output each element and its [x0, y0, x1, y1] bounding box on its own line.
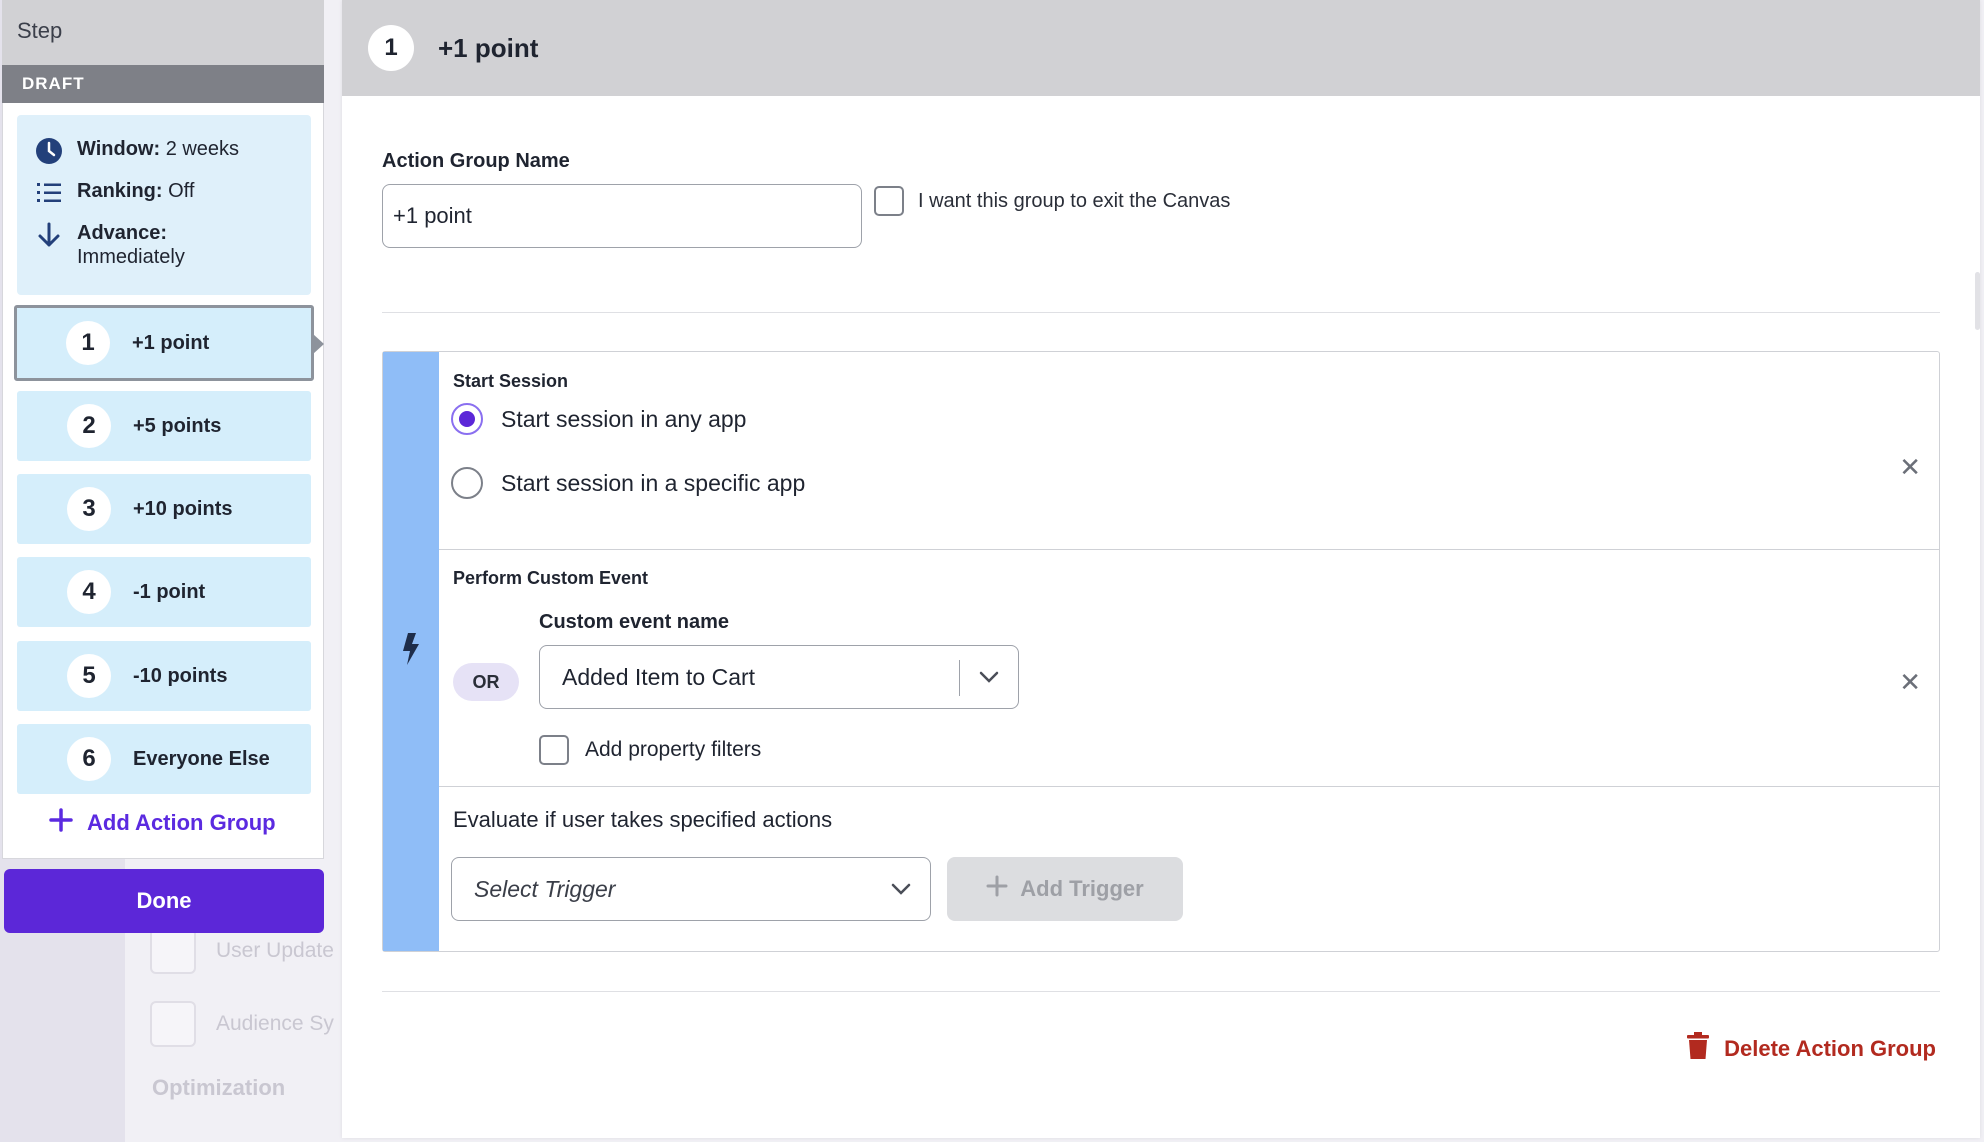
- ranking-row: Ranking: Off: [35, 179, 293, 207]
- window-label: Window:: [77, 138, 161, 160]
- action-group-item[interactable]: 3 +10 points: [17, 474, 311, 544]
- exit-canvas-label: I want this group to exit the Canvas: [918, 189, 1231, 212]
- action-group-item[interactable]: 2 +5 points: [17, 391, 311, 461]
- divider: [382, 312, 1940, 313]
- ranking-label: Ranking:: [77, 180, 163, 202]
- group-number: 3: [67, 487, 111, 531]
- action-group-editor: 1 +1 point Action Group Name I want this…: [342, 0, 1980, 1138]
- audience-sync-icon: [150, 1001, 196, 1047]
- exit-canvas-row: I want this group to exit the Canvas: [874, 186, 1230, 216]
- chevron-down-icon[interactable]: [890, 878, 912, 906]
- action-group-item[interactable]: 6 Everyone Else: [17, 724, 311, 794]
- evaluate-section: Evaluate if user takes specified actions…: [439, 352, 1939, 953]
- trigger-placeholder: Select Trigger: [474, 875, 616, 902]
- delete-action-group-button[interactable]: Delete Action Group: [1686, 1032, 1936, 1066]
- group-number: 2: [67, 404, 111, 448]
- group-label: +5 points: [133, 414, 222, 437]
- advance-value: Immediately: [77, 246, 185, 268]
- background-item-label: User Update: [216, 939, 334, 962]
- group-number: 1: [66, 321, 110, 365]
- arrow-down-icon: [35, 221, 63, 249]
- divider: [382, 991, 1940, 992]
- group-number: 4: [67, 570, 111, 614]
- status-badge: DRAFT: [2, 65, 324, 103]
- background-list-item: User Update: [150, 928, 334, 974]
- background-list-item: Audience Sy: [150, 1001, 334, 1047]
- ranking-value: Off: [168, 180, 195, 202]
- editor-header: 1 +1 point: [342, 0, 1980, 96]
- trigger-stripe: [383, 352, 439, 951]
- group-label: +1 point: [132, 331, 210, 354]
- user-update-icon: [150, 928, 196, 974]
- group-label: Everyone Else: [133, 747, 270, 770]
- plus-icon: [986, 875, 1008, 903]
- trigger-box: Start Session Start session in any app S…: [382, 351, 1940, 952]
- ranked-list-icon: [35, 179, 63, 207]
- sidebar-body: Window: 2 weeks Ranking: Off Advance: Imm…: [2, 103, 324, 859]
- done-button[interactable]: Done: [4, 869, 324, 933]
- action-group-item[interactable]: 1 +1 point: [14, 305, 324, 381]
- group-label: +10 points: [133, 497, 233, 520]
- action-group-item[interactable]: 5 -10 points: [17, 641, 311, 711]
- add-trigger-label: Add Trigger: [1020, 876, 1144, 901]
- background-heading: Optimization: [152, 1075, 286, 1100]
- plus-icon: [49, 808, 73, 838]
- sidebar-title: Step: [2, 0, 324, 65]
- step-sidebar: Step DRAFT Window: 2 weeks Ranking: Off …: [2, 0, 324, 934]
- background-canvas-strip: [322, 125, 342, 825]
- advance-label: Advance:: [77, 222, 168, 244]
- group-name-input[interactable]: [382, 184, 862, 248]
- evaluate-label: Evaluate if user takes specified actions: [453, 807, 833, 832]
- window-row: Window: 2 weeks: [35, 137, 293, 165]
- page-title: +1 point: [438, 32, 539, 63]
- group-name-label: Action Group Name: [382, 150, 570, 172]
- advance-row: Advance: Immediately: [35, 221, 293, 269]
- action-group-item[interactable]: 4 -1 point: [17, 557, 311, 627]
- add-action-group-label: Add Action Group: [87, 810, 276, 835]
- add-action-group-button[interactable]: Add Action Group: [49, 808, 276, 838]
- exit-canvas-checkbox[interactable]: [874, 186, 904, 216]
- trash-icon: [1686, 1032, 1710, 1066]
- background-item-label: Audience Sy: [216, 1012, 334, 1035]
- add-trigger-button[interactable]: Add Trigger: [947, 857, 1183, 921]
- lightning-icon: [400, 632, 422, 671]
- window-value: 2 weeks: [165, 138, 240, 160]
- group-number: 6: [67, 737, 111, 781]
- group-label: -10 points: [133, 664, 228, 687]
- step-summary: Window: 2 weeks Ranking: Off Advance: Imm…: [17, 115, 311, 295]
- scrollbar[interactable]: [1975, 272, 1980, 330]
- trigger-select[interactable]: Select Trigger: [451, 857, 931, 921]
- group-label: -1 point: [133, 580, 206, 603]
- group-number: 5: [67, 654, 111, 698]
- group-number: 1: [368, 25, 414, 71]
- delete-action-group-label: Delete Action Group: [1724, 1036, 1936, 1061]
- clock-icon: [35, 137, 63, 165]
